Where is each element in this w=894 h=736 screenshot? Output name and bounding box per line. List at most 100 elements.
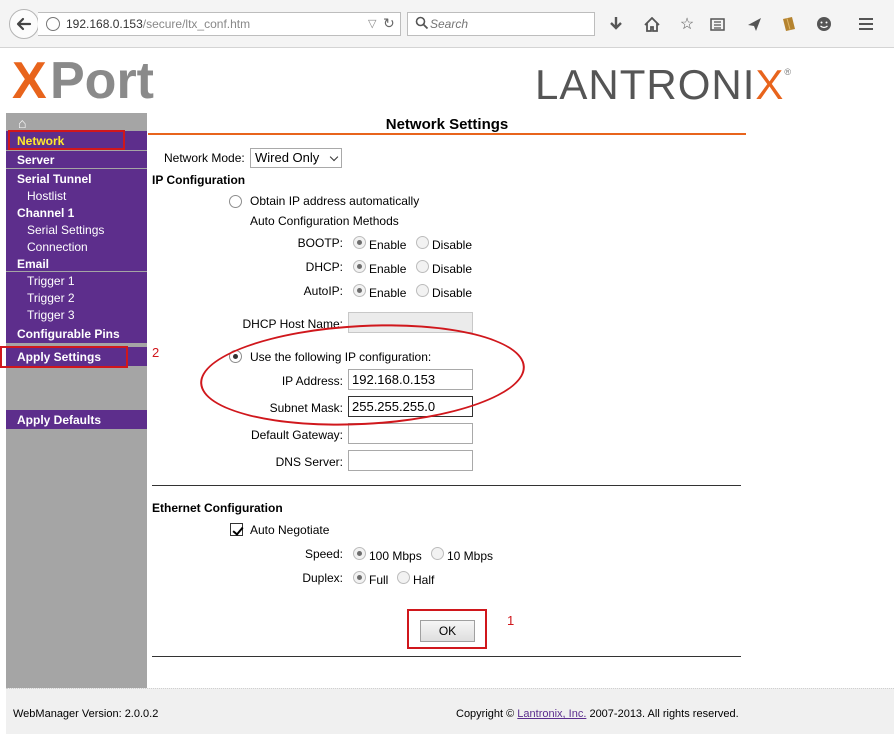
auto-negotiate-checkbox[interactable]	[230, 523, 243, 536]
use-following-ip-radio[interactable]	[229, 350, 242, 363]
lantronix-link[interactable]: Lantronix, Inc.	[517, 708, 586, 720]
network-mode-select[interactable]: Wired Only	[250, 148, 342, 168]
url-host: 192.168.0.153	[66, 17, 143, 31]
autoip-disable-label: Disable	[432, 286, 473, 300]
autoip-disable-radio[interactable]	[416, 284, 429, 297]
dhcp-label: DHCP:	[305, 260, 343, 274]
xport-logo-x: X	[12, 54, 47, 106]
default-gateway-field[interactable]	[348, 423, 473, 444]
bootp-label: BOOTP:	[297, 236, 343, 250]
bootp-enable-radio[interactable]	[353, 236, 366, 249]
browser-toolbar: 192.168.0.153/secure/ltx_conf.htm ▽ ↻ ☆	[0, 0, 894, 48]
obtain-ip-auto-radio[interactable]	[229, 195, 242, 208]
chevron-down-icon	[329, 152, 339, 162]
obtain-ip-auto-label: Obtain IP address automatically	[250, 194, 420, 208]
send-icon[interactable]	[744, 14, 764, 34]
bottom-divider	[152, 656, 741, 657]
duplex-half-radio[interactable]	[397, 571, 410, 584]
version-text: WebManager Version: 2.0.0.2	[13, 708, 159, 720]
download-icon[interactable]	[606, 14, 626, 34]
speed-10-label: 10 Mbps	[447, 549, 494, 563]
ethernet-config-heading: Ethernet Configuration	[152, 501, 283, 515]
autoip-enable-label: Enable	[369, 286, 407, 300]
url-history-dropdown-icon[interactable]: ▽	[368, 17, 376, 30]
globe-icon	[46, 17, 60, 31]
network-mode-label: Network Mode:	[164, 151, 245, 165]
title-divider	[148, 133, 746, 135]
annotation-step-1: 1	[507, 613, 515, 628]
ip-address-label: IP Address:	[281, 374, 343, 388]
copyright-suffix: 2007-2013. All rights reserved.	[586, 708, 739, 720]
divider	[6, 168, 147, 169]
bootp-enable-label: Enable	[369, 238, 407, 252]
home-icon[interactable]: ⌂	[18, 115, 26, 131]
duplex-full-label: Full	[369, 573, 389, 587]
duplex-full-radio[interactable]	[353, 571, 366, 584]
sidebar-item-trigger-1[interactable]: Trigger 1	[27, 274, 75, 288]
network-mode-value: Wired Only	[255, 150, 320, 165]
dhcp-disable-radio[interactable]	[416, 260, 429, 273]
sidebar-item-email[interactable]: Email	[17, 257, 49, 271]
dhcp-enable-radio[interactable]	[353, 260, 366, 273]
sidebar-item-trigger-2[interactable]: Trigger 2	[27, 291, 75, 305]
autoip-label: AutoIP:	[303, 284, 343, 298]
speed-10-radio[interactable]	[431, 547, 444, 560]
speed-100-radio[interactable]	[353, 547, 366, 560]
lantronix-logo: LANTRONIX®	[535, 61, 792, 109]
dhcp-host-name-field[interactable]	[348, 312, 473, 333]
search-input[interactable]	[430, 15, 590, 33]
sidebar-item-serial-tunnel[interactable]: Serial Tunnel	[17, 172, 91, 186]
duplex-label: Duplex:	[302, 571, 343, 585]
duplex-half-label: Half	[413, 573, 435, 587]
auto-methods-label: Auto Configuration Methods	[250, 214, 399, 228]
annotation-box-ok	[407, 609, 487, 649]
speed-100-label: 100 Mbps	[369, 549, 422, 563]
dns-server-field[interactable]	[348, 450, 473, 471]
reading-list-icon[interactable]	[707, 14, 727, 34]
page-title: Network Settings	[385, 116, 509, 133]
back-button[interactable]	[9, 9, 39, 39]
sidebar-item-channel-1[interactable]: Channel 1	[17, 206, 74, 220]
home-icon[interactable]	[642, 14, 662, 34]
bootp-disable-radio[interactable]	[416, 236, 429, 249]
subnet-mask-field[interactable]	[348, 396, 473, 417]
ip-address-field[interactable]	[348, 369, 473, 390]
divider	[6, 271, 147, 272]
lantronix-logo-text: LANTRONI	[535, 61, 756, 108]
bookmark-star-icon[interactable]: ☆	[677, 14, 697, 34]
subnet-mask-label: Subnet Mask:	[269, 401, 343, 415]
sidebar-item-hostlist[interactable]: Hostlist	[27, 189, 66, 203]
smiley-icon[interactable]	[814, 14, 834, 34]
sidebar-item-trigger-3[interactable]: Trigger 3	[27, 308, 75, 322]
dhcp-host-name-label: DHCP Host Name:	[242, 317, 343, 331]
registered-mark: ®	[784, 67, 793, 77]
sidebar-item-configurable-pins[interactable]: Configurable Pins	[17, 327, 120, 341]
back-arrow-icon	[16, 17, 32, 31]
autoip-enable-radio[interactable]	[353, 284, 366, 297]
reload-icon[interactable]: ↻	[383, 15, 395, 32]
sidebar-item-apply-defaults[interactable]: Apply Defaults	[17, 413, 101, 427]
url-bar[interactable]: 192.168.0.153/secure/ltx_conf.htm ▽ ↻	[38, 12, 401, 36]
section-divider	[152, 485, 741, 486]
auto-negotiate-label: Auto Negotiate	[250, 523, 330, 537]
annotation-box-apply-settings	[0, 346, 128, 368]
menu-icon[interactable]	[856, 14, 876, 34]
dhcp-disable-label: Disable	[432, 262, 473, 276]
annotation-step-2: 2	[152, 345, 160, 360]
annotation-box-network	[8, 130, 125, 150]
extension-icon[interactable]	[779, 14, 799, 34]
sidebar-item-server[interactable]: Server	[17, 153, 54, 167]
url-text[interactable]: 192.168.0.153/secure/ltx_conf.htm	[66, 17, 250, 31]
ip-config-heading: IP Configuration	[152, 173, 246, 187]
dns-server-label: DNS Server:	[275, 455, 343, 469]
divider	[6, 150, 147, 151]
use-following-ip-label: Use the following IP configuration:	[250, 350, 432, 364]
dhcp-enable-label: Enable	[369, 262, 407, 276]
sidebar: ⌂ Network Server Serial Tunnel Hostlist …	[6, 113, 147, 688]
speed-label: Speed:	[304, 547, 343, 561]
sidebar-item-serial-settings[interactable]: Serial Settings	[27, 223, 104, 237]
copyright-prefix: Copyright ©	[456, 708, 518, 720]
sidebar-item-connection[interactable]: Connection	[27, 240, 88, 254]
search-bar[interactable]	[407, 12, 595, 36]
url-path: /secure/ltx_conf.htm	[142, 17, 251, 31]
